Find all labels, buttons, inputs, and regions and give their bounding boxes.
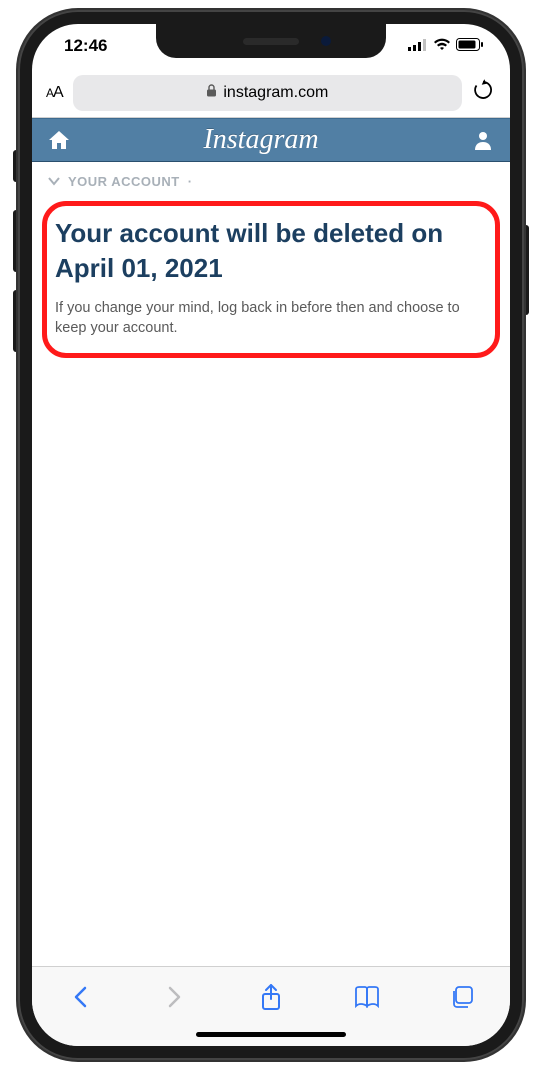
forward-button[interactable] xyxy=(157,979,193,1015)
phone-screen: 12:46 xyxy=(32,24,510,1046)
breadcrumb-separator: · xyxy=(188,174,193,189)
back-button[interactable] xyxy=(62,979,98,1015)
safari-toolbar xyxy=(32,966,510,1046)
url-host-label: instagram.com xyxy=(223,84,328,102)
bookmarks-button[interactable] xyxy=(349,979,385,1015)
page-description: If you change your mind, log back in bef… xyxy=(55,298,487,339)
home-indicator[interactable] xyxy=(196,1032,346,1037)
status-time: 12:46 xyxy=(64,36,107,56)
reload-button[interactable] xyxy=(472,79,496,106)
safari-address-bar: AA instagram.com xyxy=(32,68,510,118)
phone-notch xyxy=(156,24,386,58)
battery-icon xyxy=(456,36,484,56)
url-field[interactable]: instagram.com xyxy=(73,75,462,111)
profile-button[interactable] xyxy=(472,130,494,150)
instagram-header: Instagram xyxy=(32,118,510,162)
share-button[interactable] xyxy=(253,979,289,1015)
highlight-annotation: Your account will be deleted on April 01… xyxy=(42,201,500,358)
wifi-icon xyxy=(433,36,451,56)
tabs-button[interactable] xyxy=(444,979,480,1015)
page-title: Your account will be deleted on April 01… xyxy=(55,216,487,286)
breadcrumb[interactable]: YOUR ACCOUNT · xyxy=(32,162,510,197)
breadcrumb-label: YOUR ACCOUNT xyxy=(68,174,180,189)
signal-icon xyxy=(408,36,428,56)
chevron-down-icon xyxy=(48,174,60,189)
instagram-logo: Instagram xyxy=(50,124,472,156)
lock-icon xyxy=(206,84,217,102)
text-size-button[interactable]: AA xyxy=(46,84,63,102)
phone-frame: 12:46 xyxy=(18,10,524,1060)
